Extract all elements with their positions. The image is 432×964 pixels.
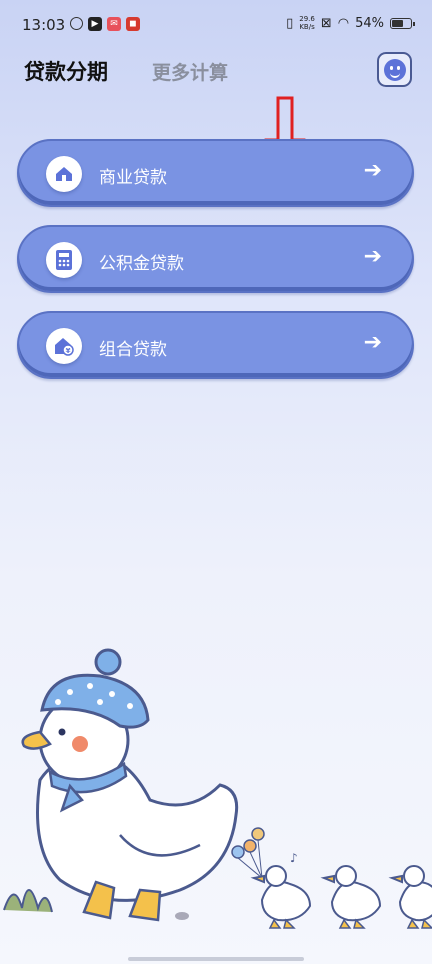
status-bar: 13:03 ▶ ✉ ◼ ▯ 29.6 KB/s ⊠ ◠ 54% <box>0 0 432 50</box>
mail-icon: ✉ <box>107 17 121 31</box>
provident-fund-loan-button[interactable]: 公积金贷款 ➔ <box>17 225 414 293</box>
smile-button[interactable] <box>377 52 412 87</box>
home-indicator[interactable] <box>128 957 304 961</box>
arrow-right-icon: ➔ <box>363 158 382 183</box>
goose-illustration: ♪ <box>3 648 432 929</box>
arrow-right-icon: ➔ <box>363 330 382 355</box>
notification-icons: ▶ ✉ ◼ <box>70 17 140 31</box>
sim-icon: ⊠ <box>320 15 332 31</box>
tab-loan-installment[interactable]: 贷款分期 <box>24 56 108 86</box>
arrow-right-icon: ➔ <box>363 244 382 269</box>
wifi-icon: ◠ <box>337 15 350 31</box>
play-icon: ▶ <box>88 17 102 31</box>
net-speed-value: 29.6 <box>299 15 315 23</box>
tab-more-calculations[interactable]: 更多计算 <box>152 58 228 85</box>
app-icon: ◼ <box>126 17 140 31</box>
smile-icon <box>383 58 406 81</box>
svg-text:♪: ♪ <box>290 851 298 865</box>
battery-icon <box>390 17 415 29</box>
status-time: 13:03 <box>22 16 66 34</box>
house-money-icon: ¥ <box>46 328 82 364</box>
status-right: ▯ 29.6 KB/s ⊠ ◠ 54% <box>286 15 415 31</box>
combined-loan-button[interactable]: ¥ 组合贷款 ➔ <box>17 311 414 379</box>
net-speed: 29.6 KB/s <box>299 15 315 31</box>
calculator-icon <box>46 242 82 278</box>
loan-label: 组合贷款 <box>99 340 167 360</box>
loop-icon <box>70 17 83 30</box>
vibrate-icon: ▯ <box>286 15 294 31</box>
loan-label: 商业贷款 <box>99 168 167 188</box>
net-speed-unit: KB/s <box>299 23 315 31</box>
loan-label: 公积金贷款 <box>99 254 184 274</box>
svg-text:¥: ¥ <box>66 347 71 355</box>
battery-percent: 54% <box>355 15 384 31</box>
house-hand-icon <box>46 156 82 192</box>
commercial-loan-button[interactable]: 商业贷款 ➔ <box>17 139 414 207</box>
